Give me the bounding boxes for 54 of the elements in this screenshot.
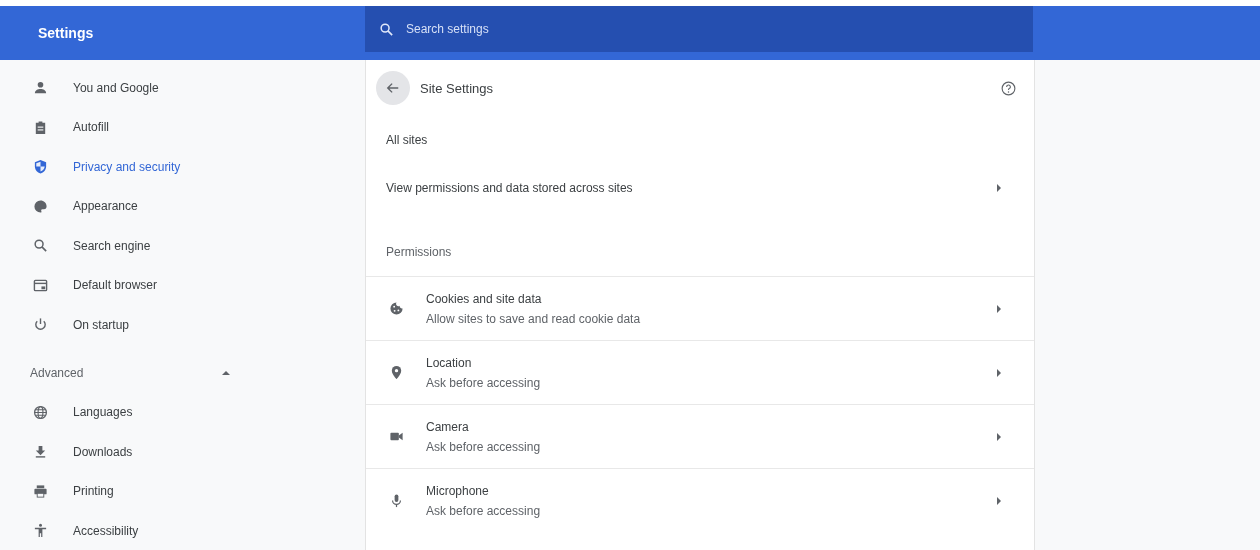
download-icon (33, 444, 48, 460)
cookie-icon (389, 301, 404, 316)
permission-row[interactable]: Camera Ask before accessing (366, 404, 1034, 468)
sidebar-item[interactable]: Languages (0, 392, 300, 432)
permission-title: Cookies and site data (426, 291, 543, 306)
printer-icon (33, 483, 48, 499)
sidebar-item[interactable]: Downloads (0, 432, 300, 472)
permission-title: Microphone (426, 483, 490, 498)
clipboard-icon (33, 119, 48, 135)
person-icon (33, 80, 48, 96)
permission-status: Ask before accessing (426, 439, 542, 454)
back-button[interactable] (376, 71, 410, 105)
caret-icon (222, 370, 230, 375)
shield-icon (33, 159, 48, 175)
sidebar-item[interactable]: Search engine (0, 226, 300, 266)
permission-status: Ask before accessing (426, 375, 542, 390)
back-arrow-icon (386, 81, 400, 95)
all-sites-row[interactable]: View permissions and data stored across sites (366, 164, 1034, 212)
microphone-icon (389, 493, 404, 508)
sidebar-item[interactable]: Privacy and security (0, 147, 300, 187)
permission-row[interactable]: Microphone Ask before accessing (366, 468, 1034, 532)
section-heading: Permissions (386, 245, 452, 259)
section-heading: All sites (386, 133, 428, 147)
permission-status: Allow sites to save and read cookie data (426, 311, 642, 326)
browser-window-icon (33, 277, 48, 293)
chevron-right-icon (997, 184, 1002, 192)
location-pin-icon (389, 365, 404, 380)
permission-row[interactable]: Cookies and site data Allow sites to save and read cookie data (366, 276, 1034, 340)
accessibility-icon (33, 523, 48, 539)
app-title: Settings (37, 25, 95, 41)
permission-row[interactable]: Location Ask before accessing (366, 340, 1034, 404)
permission-title: Location (426, 355, 473, 370)
search-icon (379, 21, 394, 37)
sidebar-item[interactable]: Accessibility (0, 511, 300, 550)
sidebar-item[interactable]: You and Google (0, 68, 300, 108)
chevron-right-icon (997, 496, 1002, 505)
permission-title: Camera (426, 419, 470, 434)
sidebar-item[interactable]: Autofill (0, 107, 300, 147)
sidebar-item[interactable]: Default browser (0, 265, 300, 305)
search-icon (33, 238, 48, 254)
palette-icon (33, 198, 48, 214)
power-icon (33, 317, 48, 333)
sidebar-item[interactable]: Printing (0, 471, 300, 511)
sidebar-item[interactable]: Appearance (0, 186, 300, 226)
globe-icon (33, 404, 48, 420)
sidebar-item[interactable]: On startup (0, 305, 300, 345)
permission-status: Ask before accessing (426, 503, 542, 518)
chevron-right-icon (997, 368, 1002, 377)
search-field[interactable]: Search settings (365, 6, 1033, 52)
page-title: Site Settings (420, 80, 494, 96)
help-icon[interactable] (1001, 80, 1016, 96)
advanced-section-toggle[interactable]: Advanced (0, 352, 230, 393)
chevron-right-icon (997, 304, 1002, 313)
chevron-right-icon (997, 432, 1002, 441)
